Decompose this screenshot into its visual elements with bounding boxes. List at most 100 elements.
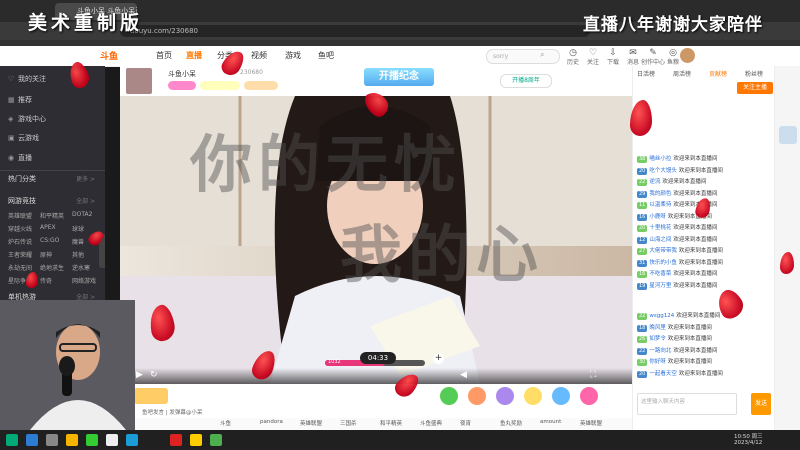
tag-item[interactable]: amount xyxy=(540,419,561,425)
chat-username[interactable]: 逆流 xyxy=(649,179,660,185)
tag-item[interactable]: 三国杀 xyxy=(340,419,357,427)
nav-game[interactable]: 游戏 xyxy=(285,50,301,61)
category-item[interactable]: 网络游戏 xyxy=(72,276,96,285)
category-item[interactable]: 炉石传说 xyxy=(8,237,32,246)
gift-item-icon[interactable] xyxy=(496,387,514,405)
chat-message[interactable]: 27 大佬带带我 欢迎来到本直播间 xyxy=(637,246,771,257)
chat-message[interactable]: 20 一起看天空 欢迎来到本直播间 xyxy=(637,369,771,380)
chat-username[interactable]: 星河万里 xyxy=(649,283,671,289)
streamer-name[interactable]: 斗鱼小呆 xyxy=(168,69,196,79)
badge[interactable] xyxy=(168,81,196,90)
nav-home[interactable]: 首页 xyxy=(156,50,172,61)
chat-message[interactable]: 22 一路向北 欢迎来到本直播间 xyxy=(637,346,771,357)
refresh-icon[interactable]: ↻ xyxy=(150,370,158,380)
plus-icon[interactable]: + xyxy=(433,353,444,364)
chat-username[interactable]: 大佬带带我 xyxy=(649,248,677,254)
app-icon[interactable] xyxy=(26,434,38,446)
app-icon[interactable] xyxy=(46,434,58,446)
category-item[interactable]: 逆水寒 xyxy=(72,263,90,272)
anniversary-label[interactable]: 开播8周年 xyxy=(500,74,552,88)
sidebar-item-following[interactable]: ♡ 我的关注 xyxy=(8,74,46,84)
badge[interactable] xyxy=(244,81,278,90)
tag-item[interactable]: 和平精英 xyxy=(380,419,402,427)
anniversary-badge[interactable]: 开播纪念 xyxy=(364,68,434,86)
chat-username[interactable]: 喵丝小拉 xyxy=(649,156,671,162)
chat-message[interactable]: 12 山海之间 欢迎来到本直播间 xyxy=(637,235,771,246)
streamer-avatar[interactable] xyxy=(126,68,152,94)
gift-icon[interactable] xyxy=(134,388,168,404)
hot-more-link[interactable]: 更多 > xyxy=(76,174,95,183)
category-item[interactable]: 传奇 xyxy=(40,276,52,285)
search-icon[interactable]: ⌕ xyxy=(540,50,544,60)
douyu-logo[interactable]: 斗鱼 xyxy=(100,49,140,63)
tab-fans[interactable]: 粉丝榜 xyxy=(745,69,763,78)
chat-username[interactable]: 如梦令 xyxy=(649,336,666,342)
tag-item[interactable]: 英雄联盟 xyxy=(300,419,322,427)
live-video-player[interactable]: 你的无忧 我的心 xyxy=(120,96,632,384)
tab-daily[interactable]: 日活榜 xyxy=(637,69,655,78)
chat-message[interactable]: 30 你好呀 欢迎来到本直播间 xyxy=(637,357,771,368)
category-item[interactable]: 绝地求生 xyxy=(40,263,64,272)
play-icon[interactable]: ▶ xyxy=(136,370,143,380)
gift-item-icon[interactable] xyxy=(524,387,542,405)
app-icon[interactable] xyxy=(126,434,138,446)
chat-input[interactable]: 这里输入聊天内容 xyxy=(637,393,737,415)
tab-contribution[interactable]: 贡献榜 xyxy=(709,69,727,78)
follow-streamer-button[interactable]: 关注主播 xyxy=(737,82,773,94)
app-icon[interactable] xyxy=(86,434,98,446)
app-icon[interactable] xyxy=(106,434,118,446)
section-more-link[interactable]: 全部 > xyxy=(76,196,95,205)
user-avatar[interactable] xyxy=(680,48,695,63)
category-item[interactable]: APEX xyxy=(40,224,56,231)
category-item[interactable]: 王者荣耀 xyxy=(8,250,32,259)
fullscreen-icon[interactable]: ⛶ xyxy=(590,370,596,380)
chat-message[interactable]: 26 如梦令 欢迎来到本直播间 xyxy=(637,334,771,345)
chat-username[interactable]: 快乐的小鱼 xyxy=(649,260,677,266)
tag-item[interactable]: 英雄联盟 xyxy=(580,419,602,427)
category-item[interactable]: 英雄联盟 xyxy=(8,211,32,220)
search-input[interactable]: sorry xyxy=(486,49,560,64)
chat-message[interactable]: 20 吃个大馒头 欢迎来到本直播间 xyxy=(637,166,771,177)
chat-username[interactable]: 晚风里 xyxy=(649,325,666,331)
folder-icon[interactable] xyxy=(66,434,78,446)
chat-username[interactable]: 山海之间 xyxy=(649,237,671,243)
badge[interactable] xyxy=(200,81,240,90)
chat-message[interactable]: 31 快乐的小鱼 欢迎来到本直播间 xyxy=(637,258,771,269)
chat-username[interactable]: 一路向北 xyxy=(649,348,671,354)
chat-username[interactable]: 小鹿呀 xyxy=(649,214,666,220)
app-icon[interactable] xyxy=(190,434,202,446)
chat-message[interactable]: 16 不吃香菜 欢迎来到本直播间 xyxy=(637,269,771,280)
nav-video[interactable]: 视频 xyxy=(251,50,267,61)
chat-message[interactable]: 19 星河万里 欢迎来到本直播间 xyxy=(637,281,771,292)
sidebar-item-live[interactable]: ◉ 直播 xyxy=(8,153,32,163)
category-item[interactable]: 穿越火线 xyxy=(8,224,32,233)
gift-item-icon[interactable] xyxy=(580,387,598,405)
tag-item[interactable]: 斗鱼 xyxy=(220,419,231,427)
category-item[interactable]: DOTA2 xyxy=(72,211,92,218)
category-item[interactable]: CS:GO xyxy=(40,237,59,244)
category-item[interactable]: 原神 xyxy=(40,250,52,259)
volume-icon[interactable]: ◀ xyxy=(460,370,467,380)
chat-message[interactable]: 18 晚风里 欢迎来到本直播间 xyxy=(637,323,771,334)
gift-item-icon[interactable] xyxy=(552,387,570,405)
nav-fishbar[interactable]: 鱼吧 xyxy=(318,50,334,61)
chat-username[interactable]: wsgg124 xyxy=(649,313,674,319)
gift-item-icon[interactable] xyxy=(440,387,458,405)
danmu-placeholder[interactable]: 鱼吧发言 | 发弹幕@小呆 xyxy=(142,408,202,416)
gift-item-icon[interactable] xyxy=(468,387,486,405)
chat-username[interactable]: 十里桃花 xyxy=(649,225,671,231)
sidebar-item-recommend[interactable]: ▦ 推荐 xyxy=(8,95,32,105)
tag-item[interactable]: pandora xyxy=(260,419,283,425)
chat-username[interactable]: 吃个大馒头 xyxy=(649,168,677,174)
app-icon[interactable] xyxy=(210,434,222,446)
app-icon[interactable] xyxy=(170,434,182,446)
url-input[interactable]: douyu.com/230680 xyxy=(120,25,590,37)
category-item[interactable]: 其他 xyxy=(72,250,84,259)
nav-live[interactable]: 直播 xyxy=(186,50,202,61)
chat-message[interactable]: 38 喵丝小拉 欢迎来到本直播间 xyxy=(637,154,771,165)
send-button[interactable]: 发送 xyxy=(751,393,771,415)
clock-date[interactable]: 2023/4/12 xyxy=(734,440,762,446)
category-item[interactable]: 永劫无间 xyxy=(8,263,32,272)
tab-weekly[interactable]: 周活榜 xyxy=(673,69,691,78)
chat-username[interactable]: 不吃香菜 xyxy=(649,271,671,277)
